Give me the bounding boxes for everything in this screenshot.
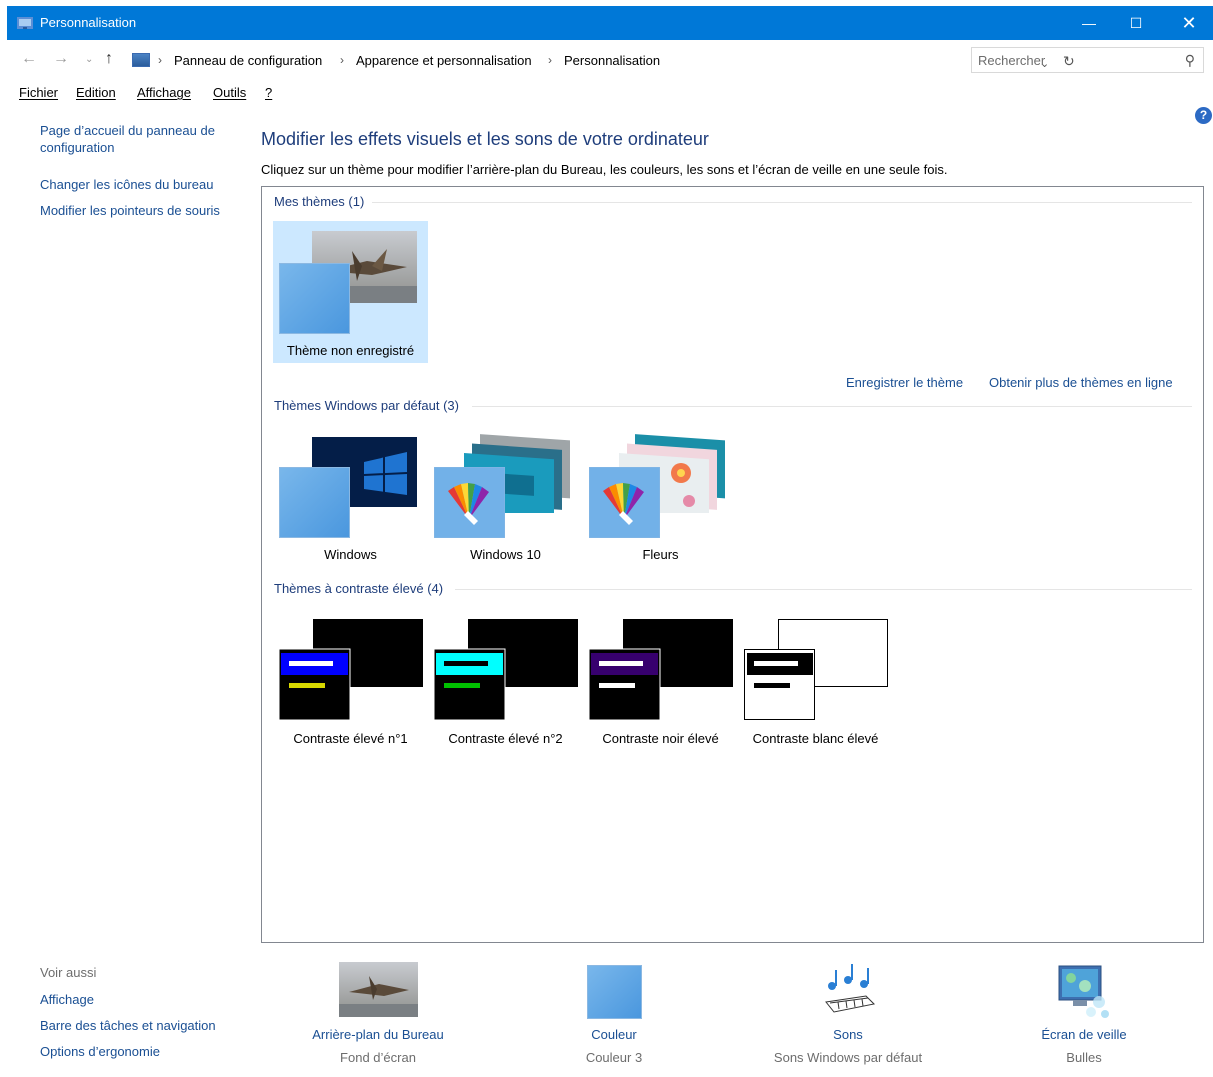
group-header-windows-themes: Thèmes Windows par défaut (3) — [274, 398, 459, 413]
theme-label: Contraste blanc élevé — [752, 731, 879, 746]
page-title: Modifier les effets visuels et les sons … — [261, 129, 709, 149]
sidebar-home-link[interactable]: Page d’accueil du panneau de configurati… — [40, 122, 230, 156]
breadcrumb-chevron-icon[interactable]: › — [548, 53, 552, 67]
help-icon[interactable]: ? — [1195, 107, 1212, 124]
see-also-ease-of-access-link[interactable]: Options d’ergonomie — [40, 1043, 160, 1060]
theme-label: Windows 10 — [470, 547, 541, 562]
group-header-my-themes: Mes thèmes (1) — [274, 194, 365, 209]
sounds-icon — [825, 964, 876, 1013]
color-title[interactable]: Couleur — [514, 1027, 714, 1042]
theme-windows[interactable]: Windows — [273, 425, 428, 567]
forward-arrow-icon[interactable]: → — [53, 50, 69, 68]
high-contrast-black-thumbnail — [589, 619, 733, 721]
breadcrumb-control-panel[interactable]: Panneau de configuration — [174, 53, 322, 68]
menu-help[interactable]: ? — [265, 85, 272, 100]
theme-label: Fleurs — [642, 547, 679, 562]
title-bar: Personnalisation — ☐ ✕ — [7, 6, 1213, 40]
color-palette-icon — [434, 467, 505, 538]
breadcrumb-chevron-icon[interactable]: › — [158, 53, 162, 67]
high-contrast-white-thumbnail — [744, 619, 888, 720]
window-title: Personnalisation — [40, 15, 137, 30]
theme-high-contrast-1[interactable]: Contraste élevé n°1 — [273, 609, 428, 751]
group-header-high-contrast-themes: Thèmes à contraste élevé (4) — [274, 581, 444, 596]
breadcrumb-chevron-icon[interactable]: › — [340, 53, 344, 67]
theme-label: Contraste élevé n°2 — [448, 731, 563, 746]
color-swatch — [279, 467, 350, 538]
search-box[interactable]: ⚲ — [971, 47, 1204, 73]
more-themes-online-link[interactable]: Obtenir plus de thèmes en ligne — [989, 375, 1173, 390]
close-button[interactable]: ✕ — [1166, 6, 1212, 40]
desktop-background-setting[interactable] — [278, 962, 478, 1017]
color-value: Couleur 3 — [585, 1050, 643, 1065]
group-divider — [372, 202, 1192, 203]
back-arrow-icon[interactable]: ← — [21, 50, 37, 68]
theme-label: Contraste noir élevé — [602, 731, 719, 746]
theme-label: Contraste élevé n°1 — [293, 731, 408, 746]
menu-bar: Fichier Edition Affichage Outils ? — [7, 80, 1213, 106]
menu-edit[interactable]: Edition — [76, 85, 116, 100]
wallpaper-icon — [338, 962, 418, 1017]
high-contrast-2-thumbnail — [434, 619, 578, 721]
navigation-bar: ← → ⌄ ↑ › Panneau de configuration › App… — [7, 42, 1213, 78]
theme-high-contrast-black[interactable]: Contraste noir élevé — [583, 609, 738, 751]
desktop-background-value: Fond d’écran — [340, 1050, 416, 1065]
group-divider — [455, 589, 1192, 590]
save-theme-link[interactable]: Enregistrer le thème — [846, 375, 963, 390]
desktop-background-title[interactable]: Arrière-plan du Bureau — [278, 1027, 478, 1042]
see-also-label: Voir aussi — [40, 965, 97, 980]
sounds-setting[interactable] — [748, 962, 948, 1020]
screensaver-value: Bulles — [1066, 1050, 1102, 1065]
themes-panel[interactable]: Mes thèmes (1) Thème non enregistré Enre… — [261, 186, 1204, 943]
address-bar[interactable]: › Panneau de configuration › Apparence e… — [127, 46, 1075, 74]
theme-label: Thème non enregistré — [286, 343, 415, 358]
up-arrow-icon[interactable]: ↑ — [105, 50, 113, 68]
breadcrumb-personalization[interactable]: Personnalisation — [564, 53, 660, 68]
search-icon[interactable]: ⚲ — [1185, 52, 1195, 69]
minimize-button[interactable]: — — [1066, 6, 1112, 40]
color-swatch — [279, 263, 350, 334]
personalization-app-icon — [17, 17, 33, 29]
control-panel-icon — [132, 53, 150, 67]
page-description: Cliquez sur un thème pour modifier l’arr… — [261, 162, 948, 177]
theme-flowers[interactable]: Fleurs — [583, 425, 738, 567]
screensaver-setting[interactable] — [984, 962, 1184, 1020]
sounds-value: Sons Windows par défaut — [773, 1050, 923, 1065]
theme-high-contrast-2[interactable]: Contraste élevé n°2 — [428, 609, 583, 751]
breadcrumb-appearance[interactable]: Apparence et personnalisation — [356, 53, 532, 68]
theme-label: Windows — [324, 547, 377, 562]
group-divider — [472, 406, 1192, 407]
screensaver-title[interactable]: Écran de veille — [984, 1027, 1184, 1042]
theme-high-contrast-white[interactable]: Contraste blanc élevé — [738, 609, 893, 751]
color-palette-icon — [589, 467, 660, 538]
theme-unsaved[interactable]: Thème non enregistré — [273, 221, 428, 363]
high-contrast-1-thumbnail — [279, 619, 423, 721]
menu-file[interactable]: Fichier — [19, 85, 58, 100]
sidebar-desktop-icons-link[interactable]: Changer les icônes du bureau — [40, 176, 213, 193]
color-setting[interactable] — [514, 962, 714, 1019]
see-also-display-link[interactable]: Affichage — [40, 991, 94, 1008]
sidebar-mouse-pointers-link[interactable]: Modifier les pointeurs de souris — [40, 202, 220, 219]
sounds-title[interactable]: Sons — [748, 1027, 948, 1042]
theme-windows-10[interactable]: Windows 10 — [428, 425, 583, 567]
color-icon — [586, 965, 642, 1019]
menu-tools[interactable]: Outils — [213, 85, 246, 100]
search-input[interactable] — [978, 51, 1168, 69]
maximize-button[interactable]: ☐ — [1113, 6, 1159, 40]
screensaver-icon — [1058, 965, 1109, 1018]
recent-locations-chevron-icon[interactable]: ⌄ — [85, 54, 93, 65]
see-also-taskbar-link[interactable]: Barre des tâches et navigation — [40, 1017, 216, 1034]
menu-view[interactable]: Affichage — [137, 85, 191, 100]
